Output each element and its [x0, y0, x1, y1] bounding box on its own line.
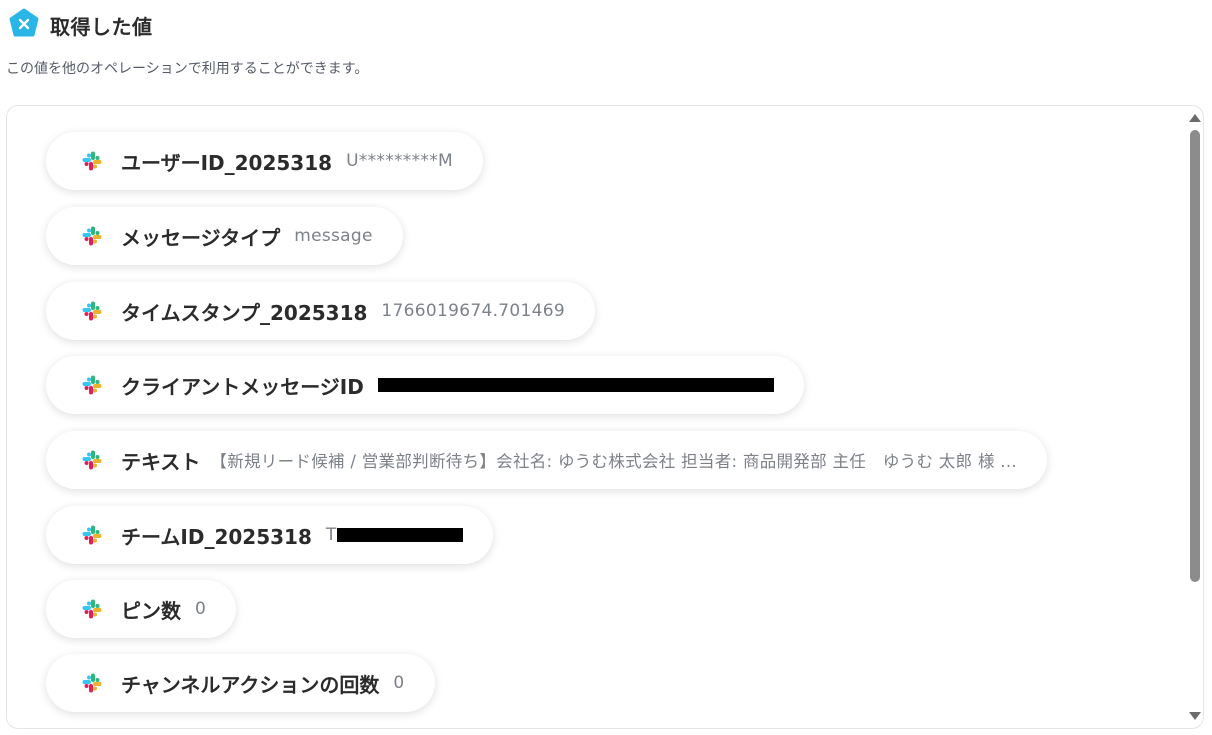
value-label: メッセージタイプ: [121, 225, 281, 250]
value-text: message: [294, 226, 373, 246]
scrollbar[interactable]: [1185, 106, 1203, 728]
slack-icon: [82, 450, 102, 470]
values-panel: ユーザーID_2025318 U*********M メッセージタイプ mess…: [6, 105, 1204, 729]
redaction-bar: [336, 528, 463, 542]
value-text: 【新規リード候補 / 営業部判断待ち】会社名: ゆうむ株式会社 担当者: 商品開…: [210, 452, 1017, 471]
values-list: ユーザーID_2025318 U*********M メッセージタイプ mess…: [7, 106, 1185, 728]
slack-icon: [82, 226, 102, 246]
yoom-logo-icon: [8, 8, 40, 42]
slack-icon: [82, 375, 102, 395]
value-text: T: [326, 525, 463, 545]
value-label: チームID_2025318: [121, 524, 312, 549]
page-subtitle: この値を他のオペレーションで利用することができます。: [6, 61, 369, 77]
slack-icon: [82, 599, 102, 619]
page-title: 取得した値: [50, 14, 153, 39]
value-label: ユーザーID_2025318: [121, 150, 333, 175]
scroll-up-arrow-icon[interactable]: [1189, 114, 1201, 122]
value-label: クライアントメッセージID: [121, 374, 364, 399]
slack-icon: [82, 151, 102, 171]
value-label: チャンネルアクションの回数: [121, 672, 380, 697]
value-chip-pin-count[interactable]: ピン数 0: [46, 580, 237, 638]
value-text: U*********M: [346, 151, 453, 171]
value-label: タイムスタンプ_2025318: [121, 300, 368, 325]
value-label: ピン数: [121, 598, 181, 623]
scroll-down-arrow-icon[interactable]: [1189, 712, 1201, 720]
value-chip-message-type[interactable]: メッセージタイプ message: [46, 207, 403, 265]
value-text: 1766019674.701469: [381, 301, 565, 321]
value-text: 0: [195, 599, 207, 619]
slack-icon: [82, 525, 102, 545]
scrollbar-thumb[interactable]: [1190, 130, 1200, 582]
value-chip-text[interactable]: テキスト 【新規リード候補 / 営業部判断待ち】会社名: ゆうむ株式会社 担当者…: [46, 431, 1047, 489]
slack-icon: [82, 301, 102, 321]
slack-icon: [82, 673, 102, 693]
value-chip-team-id[interactable]: チームID_2025318 T: [46, 506, 493, 564]
value-chip-user-id[interactable]: ユーザーID_2025318 U*********M: [46, 132, 483, 190]
value-label: テキスト: [121, 449, 201, 474]
redaction-bar: [377, 378, 774, 392]
value-chip-channel-actions-count[interactable]: チャンネルアクションの回数 0: [46, 654, 435, 712]
value-chip-timestamp[interactable]: タイムスタンプ_2025318 1766019674.701469: [46, 282, 595, 340]
value-chip-client-message-id[interactable]: クライアントメッセージID: [46, 356, 804, 414]
value-text: [377, 375, 774, 395]
header: 取得した値: [8, 8, 153, 42]
value-text: 0: [393, 673, 405, 693]
